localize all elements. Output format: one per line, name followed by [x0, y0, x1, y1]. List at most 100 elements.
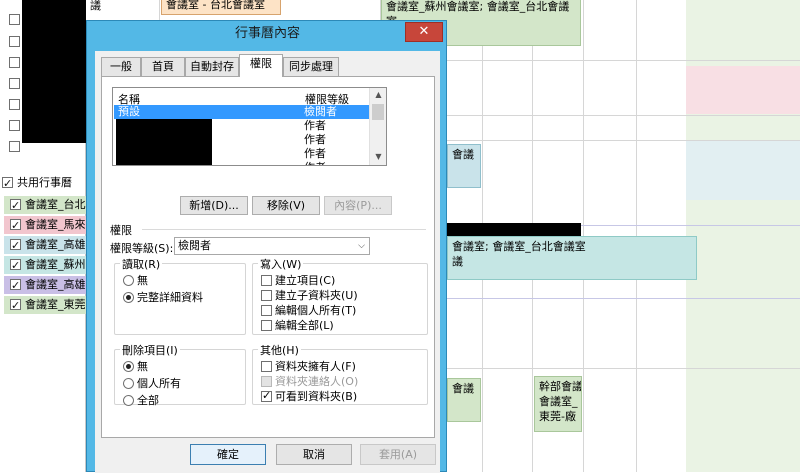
write-group: 寫入(W) 建立項目(C) 建立子資料夾(U) 編輯個人所有(T) 編輯全部(L) — [252, 256, 428, 335]
permissions-list-row[interactable]: 預設 檢閱者 — [114, 105, 370, 119]
apply-button-label: 套用(A) — [378, 448, 418, 461]
calendar-navigation-pane: 共用行事曆 會議室_台北會議室_馬來會議室_高雄會議室_蘇州會議室_高雄會議室_… — [0, 0, 86, 472]
radio-option[interactable]: 個人所有 — [123, 377, 181, 391]
remove-button[interactable]: 移除(V) — [252, 196, 320, 215]
shared-calendar-label: 會議室_台北 — [25, 198, 86, 211]
add-button[interactable]: 新增(D)... — [180, 196, 248, 215]
calendar-event-label: 會議室; 會議室_台北會議室 — [452, 240, 586, 253]
checkbox[interactable] — [261, 290, 272, 301]
calendar-event[interactable]: 會議室; 會議室_台北會議室 議 — [447, 236, 697, 280]
calendar-event-label: 議 — [452, 255, 463, 268]
shared-calendar-item[interactable]: 會議室_高雄 — [4, 276, 86, 294]
radio-button[interactable] — [123, 378, 134, 389]
permissions-panel: 名稱 權限等級 預設檢閱者作者作者作者作者 ▲ ▼ 新增(D)... 移除(V)… — [101, 76, 435, 438]
permission-level-select[interactable]: 檢閱者 ⌵ — [174, 237, 370, 255]
calendar-checkbox[interactable] — [9, 57, 20, 68]
calendar-checkbox[interactable] — [10, 277, 21, 294]
permission-user-level: 作者 — [304, 133, 326, 146]
checkbox-option-label: 建立子資料夾(U) — [275, 289, 358, 302]
tab-autoarchive[interactable]: 自動封存 — [185, 57, 239, 76]
close-button[interactable]: ✕ — [405, 22, 443, 42]
checkbox[interactable] — [261, 376, 272, 387]
other-group: 其他(H) 資料夾擁有人(F) 資料夾連絡人(O) 可看到資料夾(B) — [252, 342, 428, 405]
radio-button[interactable] — [123, 292, 134, 303]
calendar-checkbox[interactable] — [9, 36, 20, 47]
checkbox-option-label: 編輯個人所有(T) — [275, 304, 357, 317]
permission-level-value: 檢閱者 — [178, 239, 211, 252]
properties-button[interactable]: 內容(P)... — [324, 196, 392, 215]
checkbox-option[interactable]: 可看到資料夾(B) — [261, 389, 357, 404]
shared-calendar-item[interactable]: 會議室_馬來 — [4, 216, 86, 234]
read-group: 讀取(R) 無完整詳細資料 — [114, 256, 246, 335]
calendar-event[interactable]: 會議 — [447, 378, 481, 422]
read-group-title: 讀取(R) — [120, 256, 163, 272]
shared-calendar-label: 會議室_高雄 — [25, 238, 86, 251]
tab-synchronization[interactable]: 同步處理 — [283, 57, 339, 76]
shared-calendars-label: 共用行事曆 — [17, 176, 72, 189]
checkbox-option[interactable]: 編輯個人所有(T) — [261, 304, 356, 318]
tab-permissions[interactable]: 權限 — [239, 54, 283, 77]
shared-calendar-item[interactable]: 會議室_高雄 — [4, 236, 86, 254]
radio-option[interactable]: 無 — [123, 274, 148, 288]
calendar-checkbox[interactable] — [10, 217, 21, 234]
checkbox-option-label: 建立項目(C) — [275, 274, 336, 287]
checkbox-option[interactable]: 編輯全部(L) — [261, 319, 334, 333]
calendar-checkbox[interactable] — [10, 297, 21, 314]
apply-button[interactable]: 套用(A) — [360, 444, 436, 465]
delete-group: 刪除項目(I) 無個人所有全部 — [114, 342, 246, 408]
calendar-checkbox[interactable] — [10, 237, 21, 254]
radio-option-label: 全部 — [137, 394, 159, 407]
calendar-event[interactable]: 議 — [86, 0, 106, 20]
checkbox[interactable] — [261, 305, 272, 316]
delete-group-title: 刪除項目(I) — [120, 342, 180, 358]
checkbox[interactable] — [261, 389, 272, 403]
shared-calendar-label: 會議室_東莞 — [25, 298, 86, 311]
calendar-event[interactable]: 會議 — [447, 144, 481, 188]
permissions-list[interactable]: 名稱 權限等級 預設檢閱者作者作者作者作者 ▲ ▼ — [112, 87, 387, 166]
scrollbar-thumb[interactable] — [372, 104, 384, 120]
radio-button[interactable] — [123, 361, 134, 372]
checkbox-option[interactable]: 資料夾連絡人(O) — [261, 375, 358, 389]
shared-calendar-item[interactable]: 會議室_台北 — [4, 196, 86, 214]
calendar-checkbox[interactable] — [9, 78, 20, 89]
checkbox-option[interactable]: 建立子資料夾(U) — [261, 289, 358, 303]
calendar-event[interactable]: 幹部會議 會議室_ 東莞-廠 — [534, 376, 582, 432]
checkbox-option[interactable]: 建立項目(C) — [261, 274, 335, 288]
radio-option[interactable]: 全部 — [123, 394, 159, 408]
shared-calendar-item[interactable]: 會議室_東莞 — [4, 296, 86, 314]
shared-calendar-item[interactable]: 會議室_蘇州 — [4, 256, 86, 274]
dialog-title: 行事曆內容 — [234, 26, 300, 41]
radio-button[interactable] — [123, 275, 134, 286]
calendar-checkbox[interactable] — [9, 120, 20, 131]
scroll-up-icon[interactable]: ▲ — [370, 90, 386, 99]
calendar-event[interactable]: 會議室 - 台北會議室 — [161, 0, 281, 15]
calendar-event-label: 會議室 - 台北會議室 — [166, 0, 265, 11]
scroll-down-icon[interactable]: ▼ — [370, 152, 386, 161]
checkbox-option-label: 編輯全部(L) — [275, 319, 334, 332]
tab-label: 自動封存 — [190, 60, 234, 73]
calendar-checkbox[interactable] — [9, 141, 20, 152]
tab-home-page[interactable]: 首頁 — [141, 57, 185, 76]
calendar-checkbox[interactable] — [10, 197, 21, 214]
checkbox-option-label: 資料夾連絡人(O) — [275, 375, 359, 388]
ok-button[interactable]: 確定 — [190, 444, 266, 465]
shared-calendar-label: 會議室_高雄 — [25, 278, 86, 291]
checkbox[interactable] — [261, 361, 272, 372]
checkbox[interactable] — [261, 275, 272, 286]
list-scrollbar[interactable]: ▲ ▼ — [369, 88, 386, 165]
radio-option[interactable]: 完整詳細資料 — [123, 291, 203, 305]
radio-option[interactable]: 無 — [123, 360, 148, 374]
calendar-checkbox[interactable] — [9, 14, 20, 25]
shared-calendars-checkbox[interactable] — [2, 175, 13, 192]
shared-calendars-group-header[interactable]: 共用行事曆 — [0, 174, 82, 192]
calendar-checkbox[interactable] — [9, 99, 20, 110]
checkbox-option[interactable]: 資料夾擁有人(F) — [261, 360, 356, 374]
tab-label: 權限 — [250, 57, 272, 70]
calendar-checkbox[interactable] — [10, 257, 21, 274]
tab-general[interactable]: 一般 — [101, 57, 141, 76]
cancel-button[interactable]: 取消 — [276, 444, 352, 465]
checkbox[interactable] — [261, 320, 272, 331]
permission-user-level: 作者 — [304, 147, 326, 160]
radio-button[interactable] — [123, 395, 134, 406]
chevron-down-icon: ⌵ — [358, 241, 365, 251]
